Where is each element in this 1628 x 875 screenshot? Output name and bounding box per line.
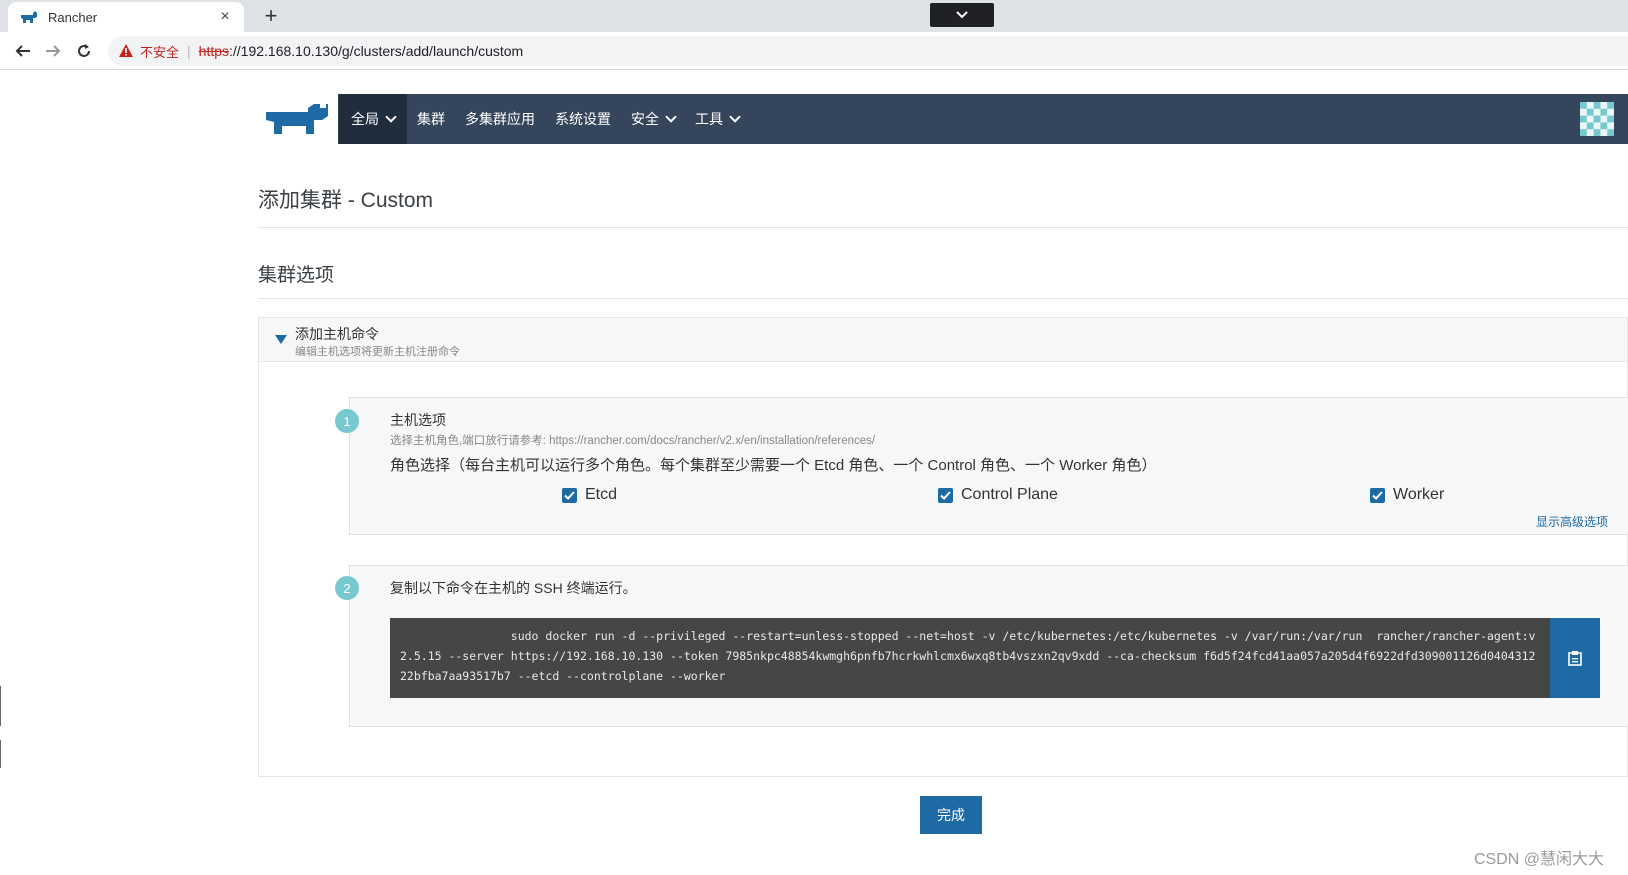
caret-down-icon — [275, 335, 287, 344]
reload-icon — [78, 44, 90, 57]
chevron-down-icon — [665, 111, 677, 123]
forward-button[interactable] — [42, 40, 64, 62]
command-text[interactable]: sudo docker run -d --privileged --restar… — [390, 618, 1550, 698]
ssh-command-title: 复制以下命令在主机的 SSH 终端运行。 — [390, 580, 637, 596]
nav-multi-cluster-apps[interactable]: 多集群应用 — [455, 94, 545, 144]
nav-label: 工具 — [695, 111, 723, 127]
warning-icon — [119, 44, 133, 57]
add-host-command-panel: 添加主机命令 编辑主机选项将更新主机注册命令 主机选项 选择主机角色,端口放行请… — [258, 317, 1628, 777]
host-options-reference: 选择主机角色,端口放行请参考: https://rancher.com/docs… — [390, 435, 876, 447]
host-options-title: 主机选项 — [390, 412, 446, 428]
arrow-right-icon — [46, 45, 61, 57]
checkbox-label: Etcd — [585, 486, 618, 503]
tab-search-button[interactable] — [930, 3, 994, 27]
chevron-down-icon — [385, 111, 397, 123]
rancher-logo-icon — [266, 104, 328, 134]
step-badge: 1 — [335, 409, 359, 433]
url-scheme: https — [198, 43, 230, 59]
control-plane-checkbox[interactable]: Control Plane — [938, 486, 1058, 504]
browser-tabstrip: Rancher × + — [0, 0, 1628, 32]
divider — [258, 227, 1628, 228]
nav-security[interactable]: 安全 — [621, 94, 685, 144]
main-nav: 全局 集群 多集群应用 系统设置 安全 工具 — [339, 94, 749, 144]
reload-button[interactable] — [73, 40, 95, 62]
edge-mark — [0, 686, 1, 726]
copy-command-button[interactable] — [1550, 618, 1600, 698]
checkbox-checked-icon — [938, 487, 953, 503]
edge-mark — [0, 740, 1, 768]
step-badge: 2 — [335, 576, 359, 600]
watermark: CSDN @慧闲大大 — [1474, 851, 1605, 868]
arrow-left-icon — [15, 45, 30, 57]
panel-subtitle: 编辑主机选项将更新主机注册命令 — [295, 346, 460, 358]
url-path: ://192.168.10.130/g/clusters/add/launch/… — [229, 43, 524, 59]
checkbox-checked-icon — [1370, 487, 1385, 503]
nav-label: 集群 — [417, 111, 445, 127]
panel-header-toggle[interactable]: 添加主机命令 编辑主机选项将更新主机注册命令 — [259, 318, 1627, 362]
rancher-favicon-icon — [21, 11, 37, 23]
etcd-checkbox[interactable]: Etcd — [562, 486, 617, 504]
insecure-label: 不安全 — [140, 44, 180, 60]
back-button[interactable] — [12, 40, 34, 62]
nav-tools[interactable]: 工具 — [685, 94, 749, 144]
browser-tab[interactable]: Rancher × — [8, 2, 244, 32]
nav-label: 多集群应用 — [465, 111, 535, 127]
tab-title: Rancher — [48, 9, 98, 25]
page-title: 添加集群 - Custom — [258, 189, 434, 212]
nav-global[interactable]: 全局 — [339, 94, 407, 144]
user-avatar[interactable] — [1580, 102, 1614, 136]
divider — [258, 298, 1628, 299]
new-tab-button[interactable]: + — [260, 4, 282, 28]
chevron-down-icon — [729, 111, 741, 123]
checkbox-label: Control Plane — [961, 486, 1058, 503]
chevron-down-icon — [956, 11, 968, 19]
checkbox-checked-icon — [562, 487, 577, 503]
browser-toolbar: 不安全 | https ://192.168.10.130/g/clusters… — [0, 32, 1628, 70]
tab-close-icon[interactable]: × — [216, 8, 234, 26]
checkbox-label: Worker — [1393, 486, 1445, 503]
panel-title: 添加主机命令 — [295, 326, 379, 342]
host-options-box: 主机选项 选择主机角色,端口放行请参考: https://rancher.com… — [349, 397, 1628, 535]
nav-label: 安全 — [631, 111, 659, 127]
section-title: 集群选项 — [258, 265, 335, 286]
show-advanced-options-link[interactable]: 显示高级选项 — [1536, 513, 1608, 530]
nav-label: 全局 — [351, 111, 379, 127]
ssh-command-box: 复制以下命令在主机的 SSH 终端运行。 sudo docker run -d … — [349, 565, 1628, 727]
nav-settings[interactable]: 系统设置 — [545, 94, 621, 144]
nav-label: 系统设置 — [555, 111, 611, 127]
done-button[interactable]: 完成 — [920, 796, 982, 834]
clipboard-icon — [1568, 651, 1582, 666]
nav-clusters[interactable]: 集群 — [407, 94, 455, 144]
role-selection-label: 角色选择（每台主机可以运行多个角色。每个集群至少需要一个 Etcd 角色、一个 … — [390, 457, 1157, 474]
rancher-logo[interactable] — [258, 94, 338, 144]
separator: | — [187, 43, 191, 59]
worker-checkbox[interactable]: Worker — [1370, 486, 1444, 504]
address-bar[interactable]: 不安全 | https ://192.168.10.130/g/clusters… — [108, 36, 1628, 66]
